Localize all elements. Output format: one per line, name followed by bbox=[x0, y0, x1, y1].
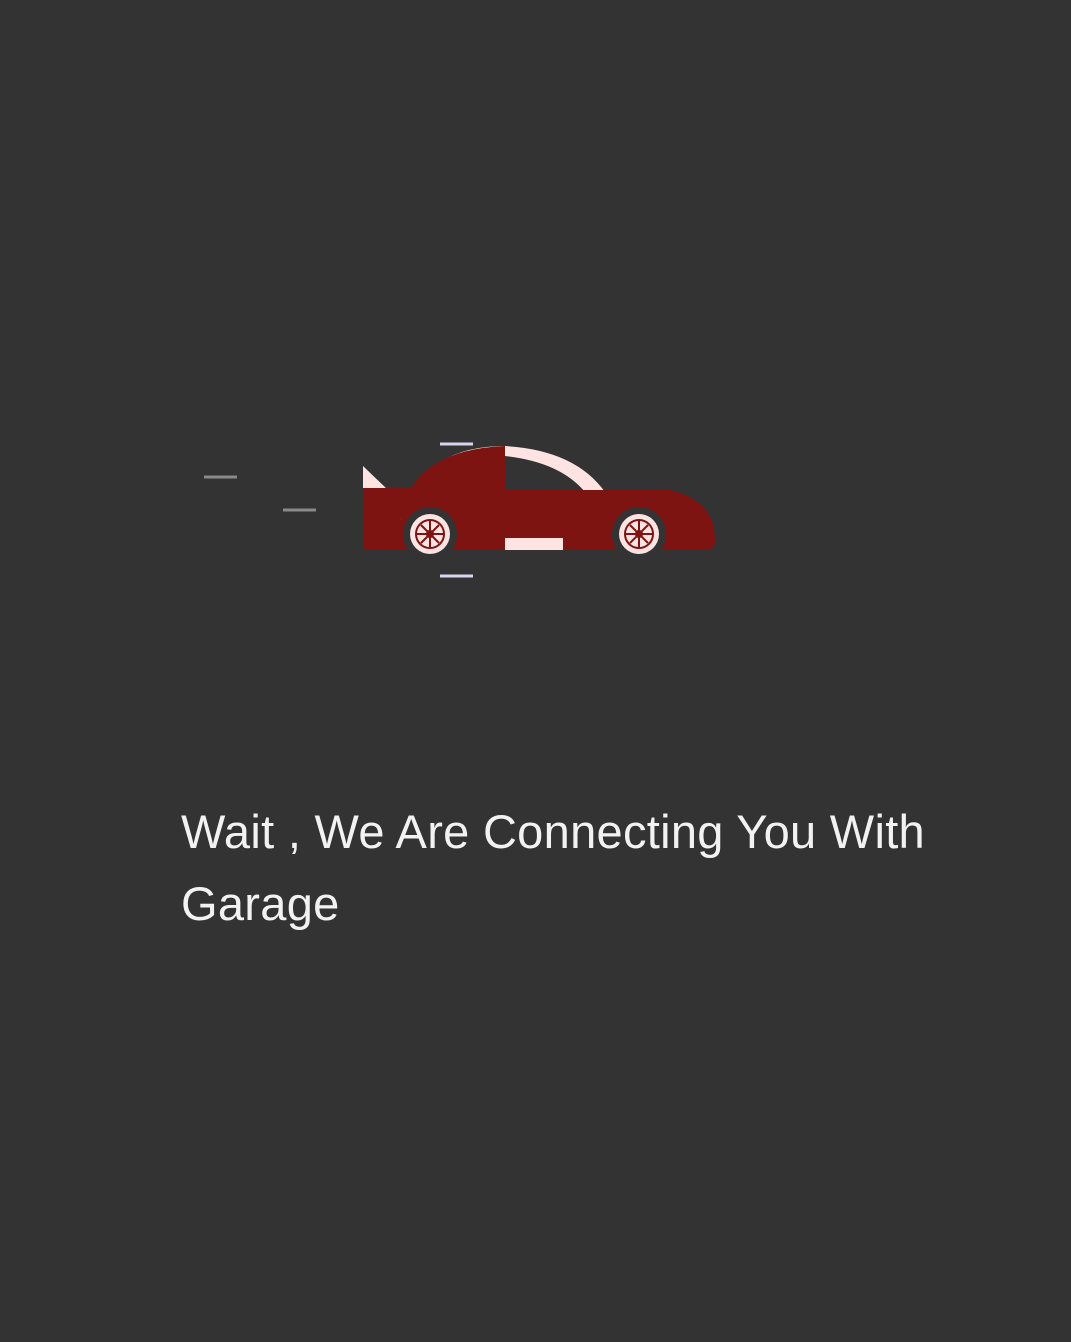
front-wheel-icon bbox=[612, 507, 666, 561]
rear-wheel-icon bbox=[403, 507, 457, 561]
car-icon bbox=[363, 446, 715, 561]
loading-illustration bbox=[190, 430, 730, 590]
loading-message: Wait , We Are Connecting You With Garage bbox=[181, 805, 925, 930]
moving-car-icon bbox=[204, 442, 715, 578]
